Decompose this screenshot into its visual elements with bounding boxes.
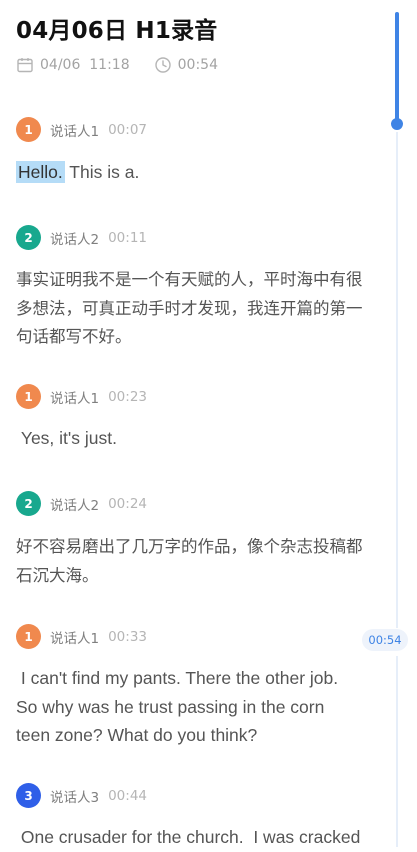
recording-time: 11:18 bbox=[89, 57, 130, 73]
speaker-name: 说话人1 bbox=[50, 390, 100, 407]
speaker-row[interactable]: 1 说话人1 00:07 bbox=[16, 117, 147, 142]
speaker-name: 说话人3 bbox=[50, 789, 100, 806]
highlighted-word[interactable]: Hello. bbox=[16, 161, 65, 183]
timeline-track[interactable] bbox=[396, 656, 398, 847]
speaker-badge: 2 bbox=[16, 491, 41, 516]
transcript-text[interactable]: 好不容易磨出了几万字的作品，像个杂志投稿都石沉大海。 bbox=[16, 533, 366, 590]
timeline-progress[interactable] bbox=[395, 12, 399, 125]
recording-duration: 00:54 bbox=[177, 57, 218, 73]
segment-timestamp[interactable]: 00:33 bbox=[108, 629, 147, 645]
segment-timestamp[interactable]: 00:24 bbox=[108, 496, 147, 512]
transcript-text[interactable]: I can't find my pants. There the other j… bbox=[16, 664, 361, 750]
segment-timestamp[interactable]: 00:11 bbox=[108, 230, 147, 246]
speaker-badge: 1 bbox=[16, 384, 41, 409]
speaker-name: 说话人2 bbox=[50, 497, 100, 514]
speaker-row[interactable]: 1 说话人1 00:23 bbox=[16, 384, 147, 409]
segment-timestamp[interactable]: 00:23 bbox=[108, 389, 147, 405]
speaker-name: 说话人1 bbox=[50, 123, 100, 140]
speaker-name: 说话人2 bbox=[50, 231, 100, 248]
transcript-text[interactable]: Yes, it's just. bbox=[16, 424, 366, 453]
speaker-name: 说话人1 bbox=[50, 630, 100, 647]
transcript-text[interactable]: One crusader for the church. I was crack… bbox=[16, 823, 386, 852]
speaker-row[interactable]: 3 说话人3 00:44 bbox=[16, 783, 147, 808]
recording-meta: 04/06 11:18 00:54 bbox=[16, 56, 218, 74]
speaker-badge: 3 bbox=[16, 783, 41, 808]
segment-timestamp[interactable]: 00:07 bbox=[108, 122, 147, 138]
timeline-handle[interactable] bbox=[391, 118, 403, 130]
transcript-text-rest: This is a. bbox=[64, 162, 140, 182]
speaker-row[interactable]: 2 说话人2 00:11 bbox=[16, 225, 147, 250]
speaker-badge: 2 bbox=[16, 225, 41, 250]
transcript-text[interactable]: 事实证明我不是一个有天赋的人，平时海中有很多想法，可真正动手时才发现，我连开篇的… bbox=[16, 266, 366, 352]
speaker-badge: 1 bbox=[16, 117, 41, 142]
current-time-bubble[interactable]: 00:54 bbox=[362, 629, 408, 651]
clock-icon bbox=[154, 56, 172, 74]
recording-date: 04/06 bbox=[40, 57, 81, 73]
page-title: 04月06日 H1录音 bbox=[16, 18, 218, 44]
speaker-row[interactable]: 1 说话人1 00:33 bbox=[16, 624, 147, 649]
segment-timestamp[interactable]: 00:44 bbox=[108, 788, 147, 804]
timeline-track[interactable] bbox=[396, 132, 398, 628]
transcript-text[interactable]: Hello. This is a. bbox=[16, 158, 366, 187]
speaker-badge: 1 bbox=[16, 624, 41, 649]
calendar-icon bbox=[16, 56, 34, 74]
speaker-row[interactable]: 2 说话人2 00:24 bbox=[16, 491, 147, 516]
